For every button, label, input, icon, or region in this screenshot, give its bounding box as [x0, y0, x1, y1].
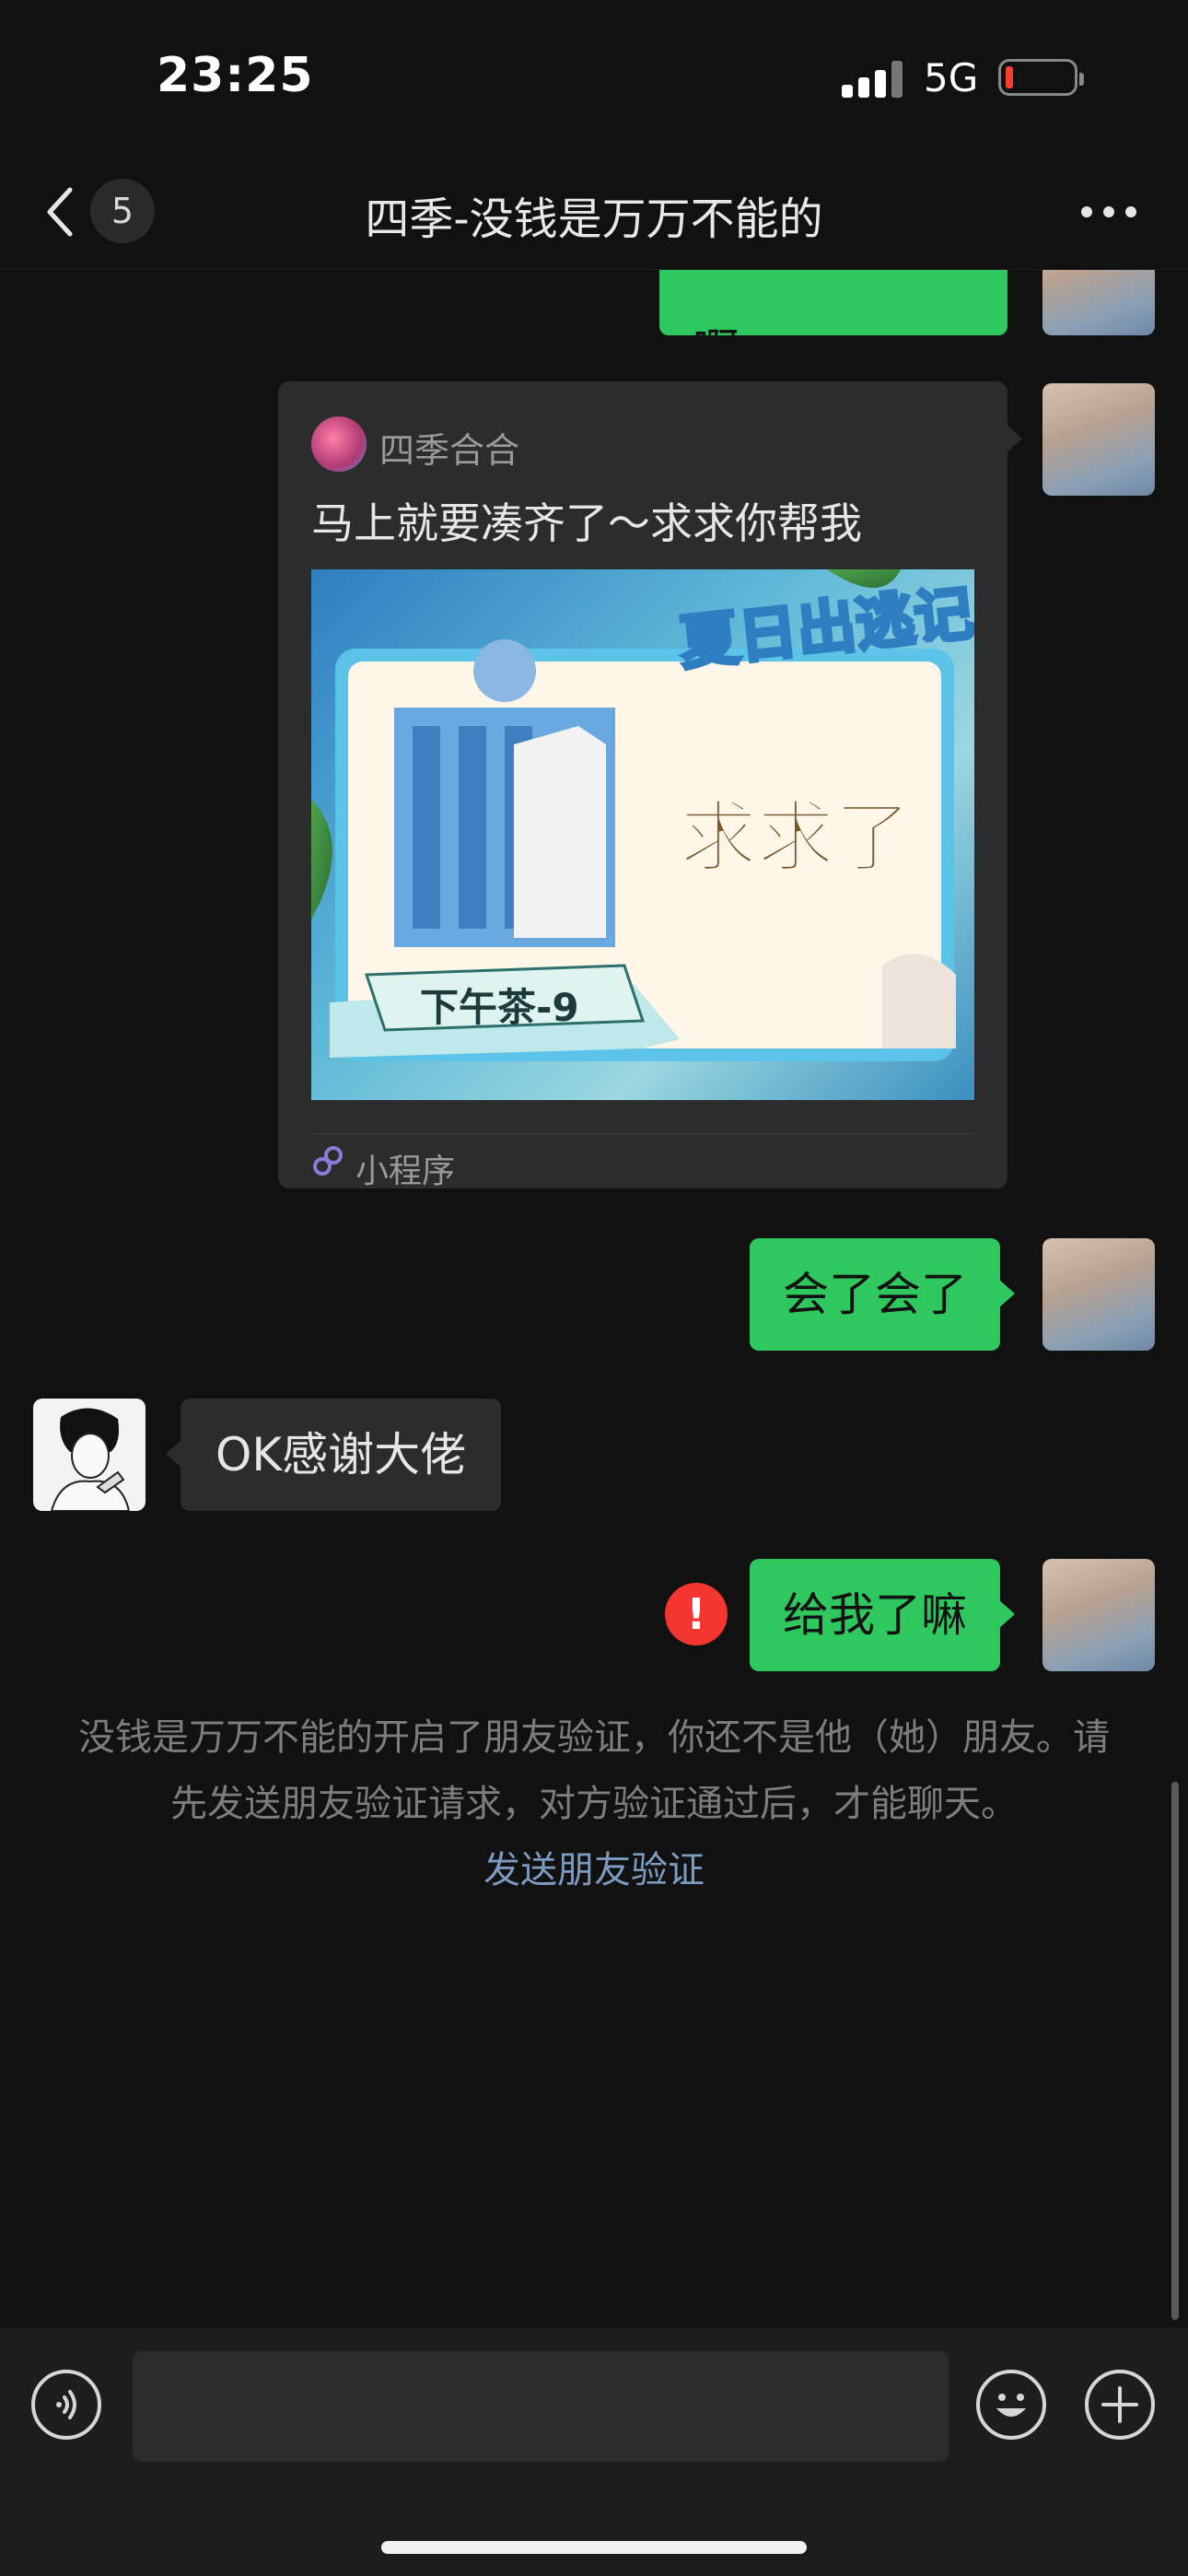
battery-level: [1006, 66, 1013, 88]
my-avatar[interactable]: [1042, 1238, 1155, 1351]
card-divider: [311, 1133, 974, 1134]
chat-title: 四季-没钱是万万不能的: [365, 193, 823, 245]
more-icon: [1081, 206, 1092, 217]
network-type: 5G: [924, 55, 979, 100]
mini-program-source-name: 四季合合: [379, 430, 520, 471]
status-time: 23:25: [157, 48, 314, 103]
my-avatar[interactable]: [1042, 1559, 1155, 1671]
more-functions-button[interactable]: [1085, 2370, 1155, 2440]
emoji-button[interactable]: [976, 2370, 1046, 2440]
input-bar: [0, 2327, 1188, 2576]
message-text: 会了会了: [783, 1268, 967, 1321]
cover-illustration: 下午茶-9 求求了 夏日出逃记: [311, 569, 974, 1061]
system-notice: 没钱是万万不能的开启了朋友验证，你还不是他（她）朋友。请先发送朋友验证请求，对方…: [74, 1704, 1114, 1903]
mini-program-card[interactable]: 四季合合 马上就要凑齐了～求求你帮我 下午茶-9 求求了 夏日出逃记 小程序: [278, 381, 1022, 1190]
mini-program-label: 小程序: [355, 1153, 456, 1190]
my-avatar[interactable]: [1042, 383, 1155, 496]
battery-icon: [998, 59, 1084, 96]
voice-icon: [56, 2390, 76, 2419]
system-notice-text: 没钱是万万不能的开启了朋友验证，你还不是他（她）朋友。请先发送朋友验证请求，对方…: [78, 1716, 1110, 1825]
contact-avatar[interactable]: [33, 1399, 146, 1511]
message-input[interactable]: [133, 2351, 949, 2462]
scrollbar[interactable]: [1171, 1782, 1179, 2320]
smiley-icon: [996, 2394, 1026, 2417]
message-bubble-sent[interactable]: 会了会了: [750, 1238, 1015, 1351]
contact-avatar-illustration: [50, 1408, 131, 1511]
send-friend-verification-link[interactable]: 发送朋友验证: [74, 1837, 1114, 1903]
message-text: 给我了嘛: [783, 1588, 967, 1642]
more-options-button[interactable]: [1081, 201, 1140, 223]
voice-input-button[interactable]: [31, 2370, 101, 2440]
mini-program-card-title: 马上就要凑齐了～求求你帮我: [311, 498, 862, 548]
plus-icon: [1101, 2386, 1138, 2423]
mini-program-cover-image: 下午茶-9 求求了 夏日出逃记: [311, 569, 974, 1100]
message-bubble-sent[interactable]: 给我了嘛: [750, 1559, 1015, 1671]
cover-plea-text: 求求了: [680, 792, 912, 883]
message-text: OK感谢大佬: [215, 1428, 467, 1481]
home-indicator[interactable]: [381, 2541, 807, 2554]
send-failed-icon[interactable]: !: [665, 1583, 728, 1645]
message-bubble-received[interactable]: OK感谢大佬: [165, 1399, 502, 1511]
cover-ribbon-text: 下午茶-9: [420, 985, 579, 1030]
mini-program-source-icon: [311, 416, 367, 472]
mini-program-icon: [313, 1146, 343, 1176]
chat-nav-bar: 5 四季-没钱是万万不能的: [0, 155, 1188, 270]
signal-strength-icon: [842, 61, 903, 98]
